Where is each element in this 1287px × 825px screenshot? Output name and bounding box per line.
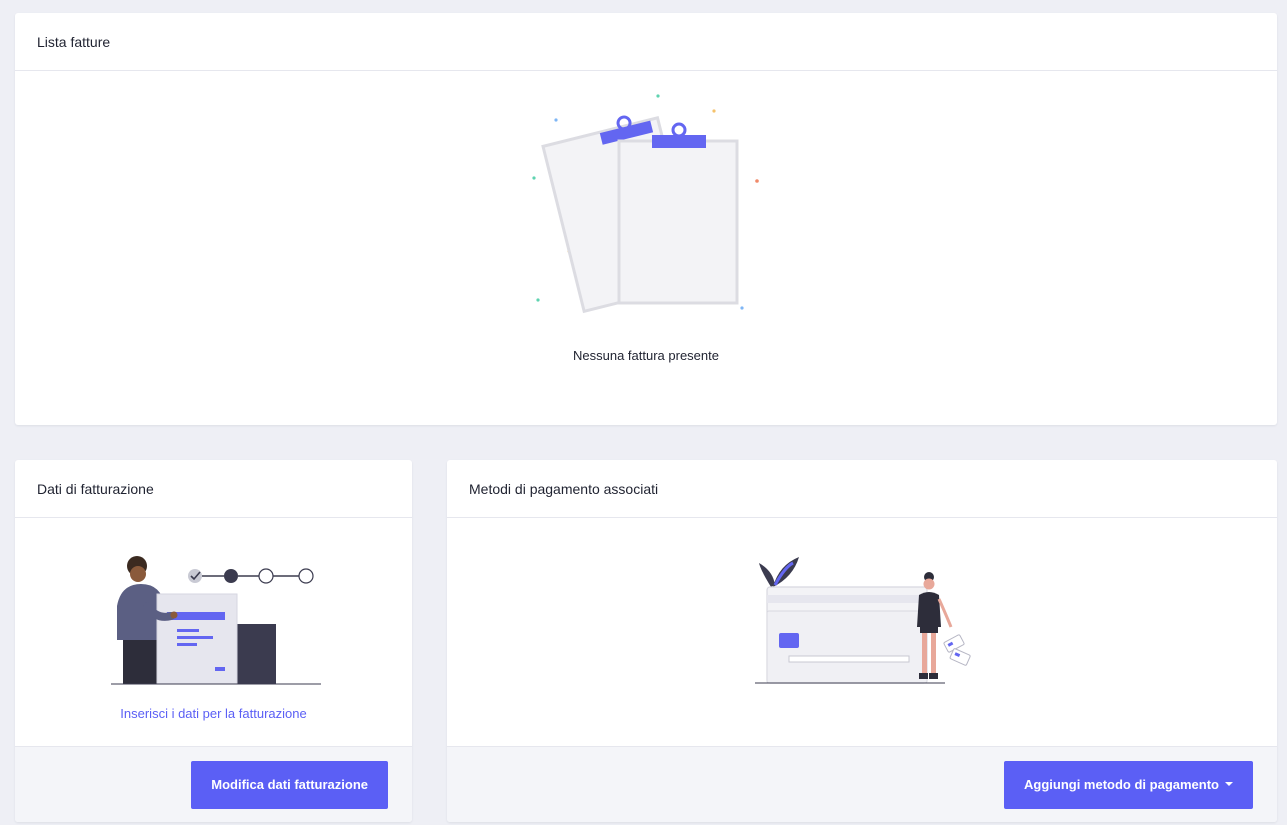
add-payment-method-label: Aggiungi metodo di pagamento: [1024, 777, 1219, 792]
person-form-steps-illustration: [111, 556, 321, 685]
insert-billing-data-link[interactable]: Inserisci i dati per la fatturazione: [15, 706, 412, 721]
clipboard-documents-illustration: [532, 94, 759, 314]
woman-credit-card-illustration: [755, 557, 971, 684]
billing-card: Dati di fatturazione Inserisci i dati pe…: [15, 460, 412, 822]
billing-card-footer: Modifica dati fatturazione: [15, 746, 412, 822]
invoices-card: Lista fatture Nessuna fattura presente: [15, 13, 1277, 425]
caret-down-icon: [1225, 781, 1233, 786]
billing-card-title: Dati di fatturazione: [15, 460, 412, 518]
add-payment-method-button[interactable]: Aggiungi metodo di pagamento: [1004, 760, 1253, 809]
empty-invoices-text: Nessuna fattura presente: [573, 348, 719, 363]
payments-card: Metodi di pagamento associati Aggiungi m…: [447, 460, 1277, 822]
invoices-card-title: Lista fatture: [15, 13, 1277, 71]
payments-card-title: Metodi di pagamento associati: [447, 460, 1277, 518]
payments-card-footer: Aggiungi metodo di pagamento: [447, 746, 1277, 822]
edit-billing-data-button[interactable]: Modifica dati fatturazione: [191, 760, 388, 809]
